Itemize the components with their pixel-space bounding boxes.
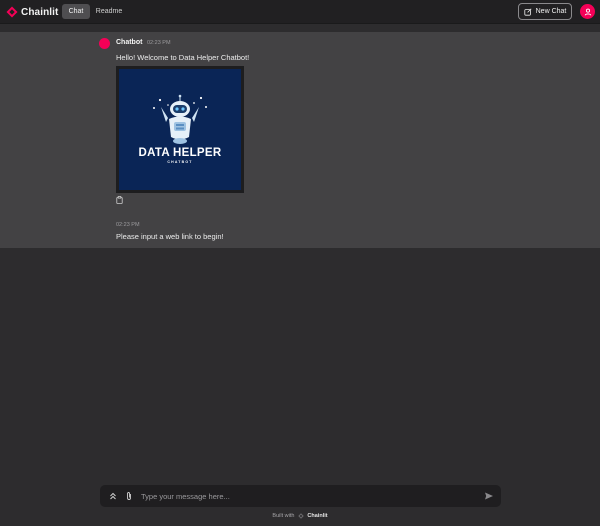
tab-chat[interactable]: Chat bbox=[62, 4, 90, 19]
image-subtitle: CHATBOT bbox=[167, 160, 193, 164]
copy-icon[interactable] bbox=[116, 196, 123, 204]
brand-name: Chainlit bbox=[21, 6, 59, 18]
user-avatar-button[interactable] bbox=[580, 4, 595, 19]
message-timestamp: 02:23 PM bbox=[147, 40, 171, 46]
new-chat-button[interactable]: New Chat bbox=[518, 3, 572, 20]
paperclip-icon[interactable] bbox=[124, 491, 134, 501]
top-bar: Chainlit Chat Readme New Chat bbox=[0, 0, 600, 24]
chainlit-footer-logo-icon bbox=[298, 513, 305, 519]
send-icon[interactable] bbox=[484, 491, 494, 501]
message-composer bbox=[100, 485, 501, 507]
prompt-message: Please input a web link to begin! bbox=[116, 232, 224, 241]
message-timestamp-2: 02:23 PM bbox=[116, 222, 140, 228]
message-image[interactable]: DATA HELPER CHATBOT bbox=[116, 66, 244, 193]
brand[interactable]: Chainlit bbox=[6, 6, 58, 18]
message-author: Chatbot bbox=[116, 39, 143, 46]
data-helper-logo: DATA HELPER CHATBOT bbox=[119, 69, 241, 190]
edit-icon bbox=[524, 8, 532, 16]
welcome-message: Hello! Welcome to Data Helper Chatbot! bbox=[116, 53, 250, 62]
tab-readme[interactable]: Readme bbox=[93, 4, 125, 19]
chainlit-logo-icon bbox=[6, 6, 18, 18]
chat-input[interactable] bbox=[141, 489, 471, 503]
message-area bbox=[0, 32, 600, 248]
robot-icon bbox=[153, 94, 207, 144]
footer-built-with: Built with bbox=[272, 513, 295, 519]
expand-up-icon[interactable] bbox=[108, 491, 118, 501]
user-icon bbox=[584, 8, 591, 16]
footer: Built with Chainlit bbox=[0, 513, 600, 519]
bot-avatar bbox=[99, 38, 110, 49]
new-chat-label: New Chat bbox=[535, 8, 567, 15]
footer-brand[interactable]: Chainlit bbox=[307, 513, 327, 519]
image-title: DATA HELPER bbox=[138, 147, 222, 159]
